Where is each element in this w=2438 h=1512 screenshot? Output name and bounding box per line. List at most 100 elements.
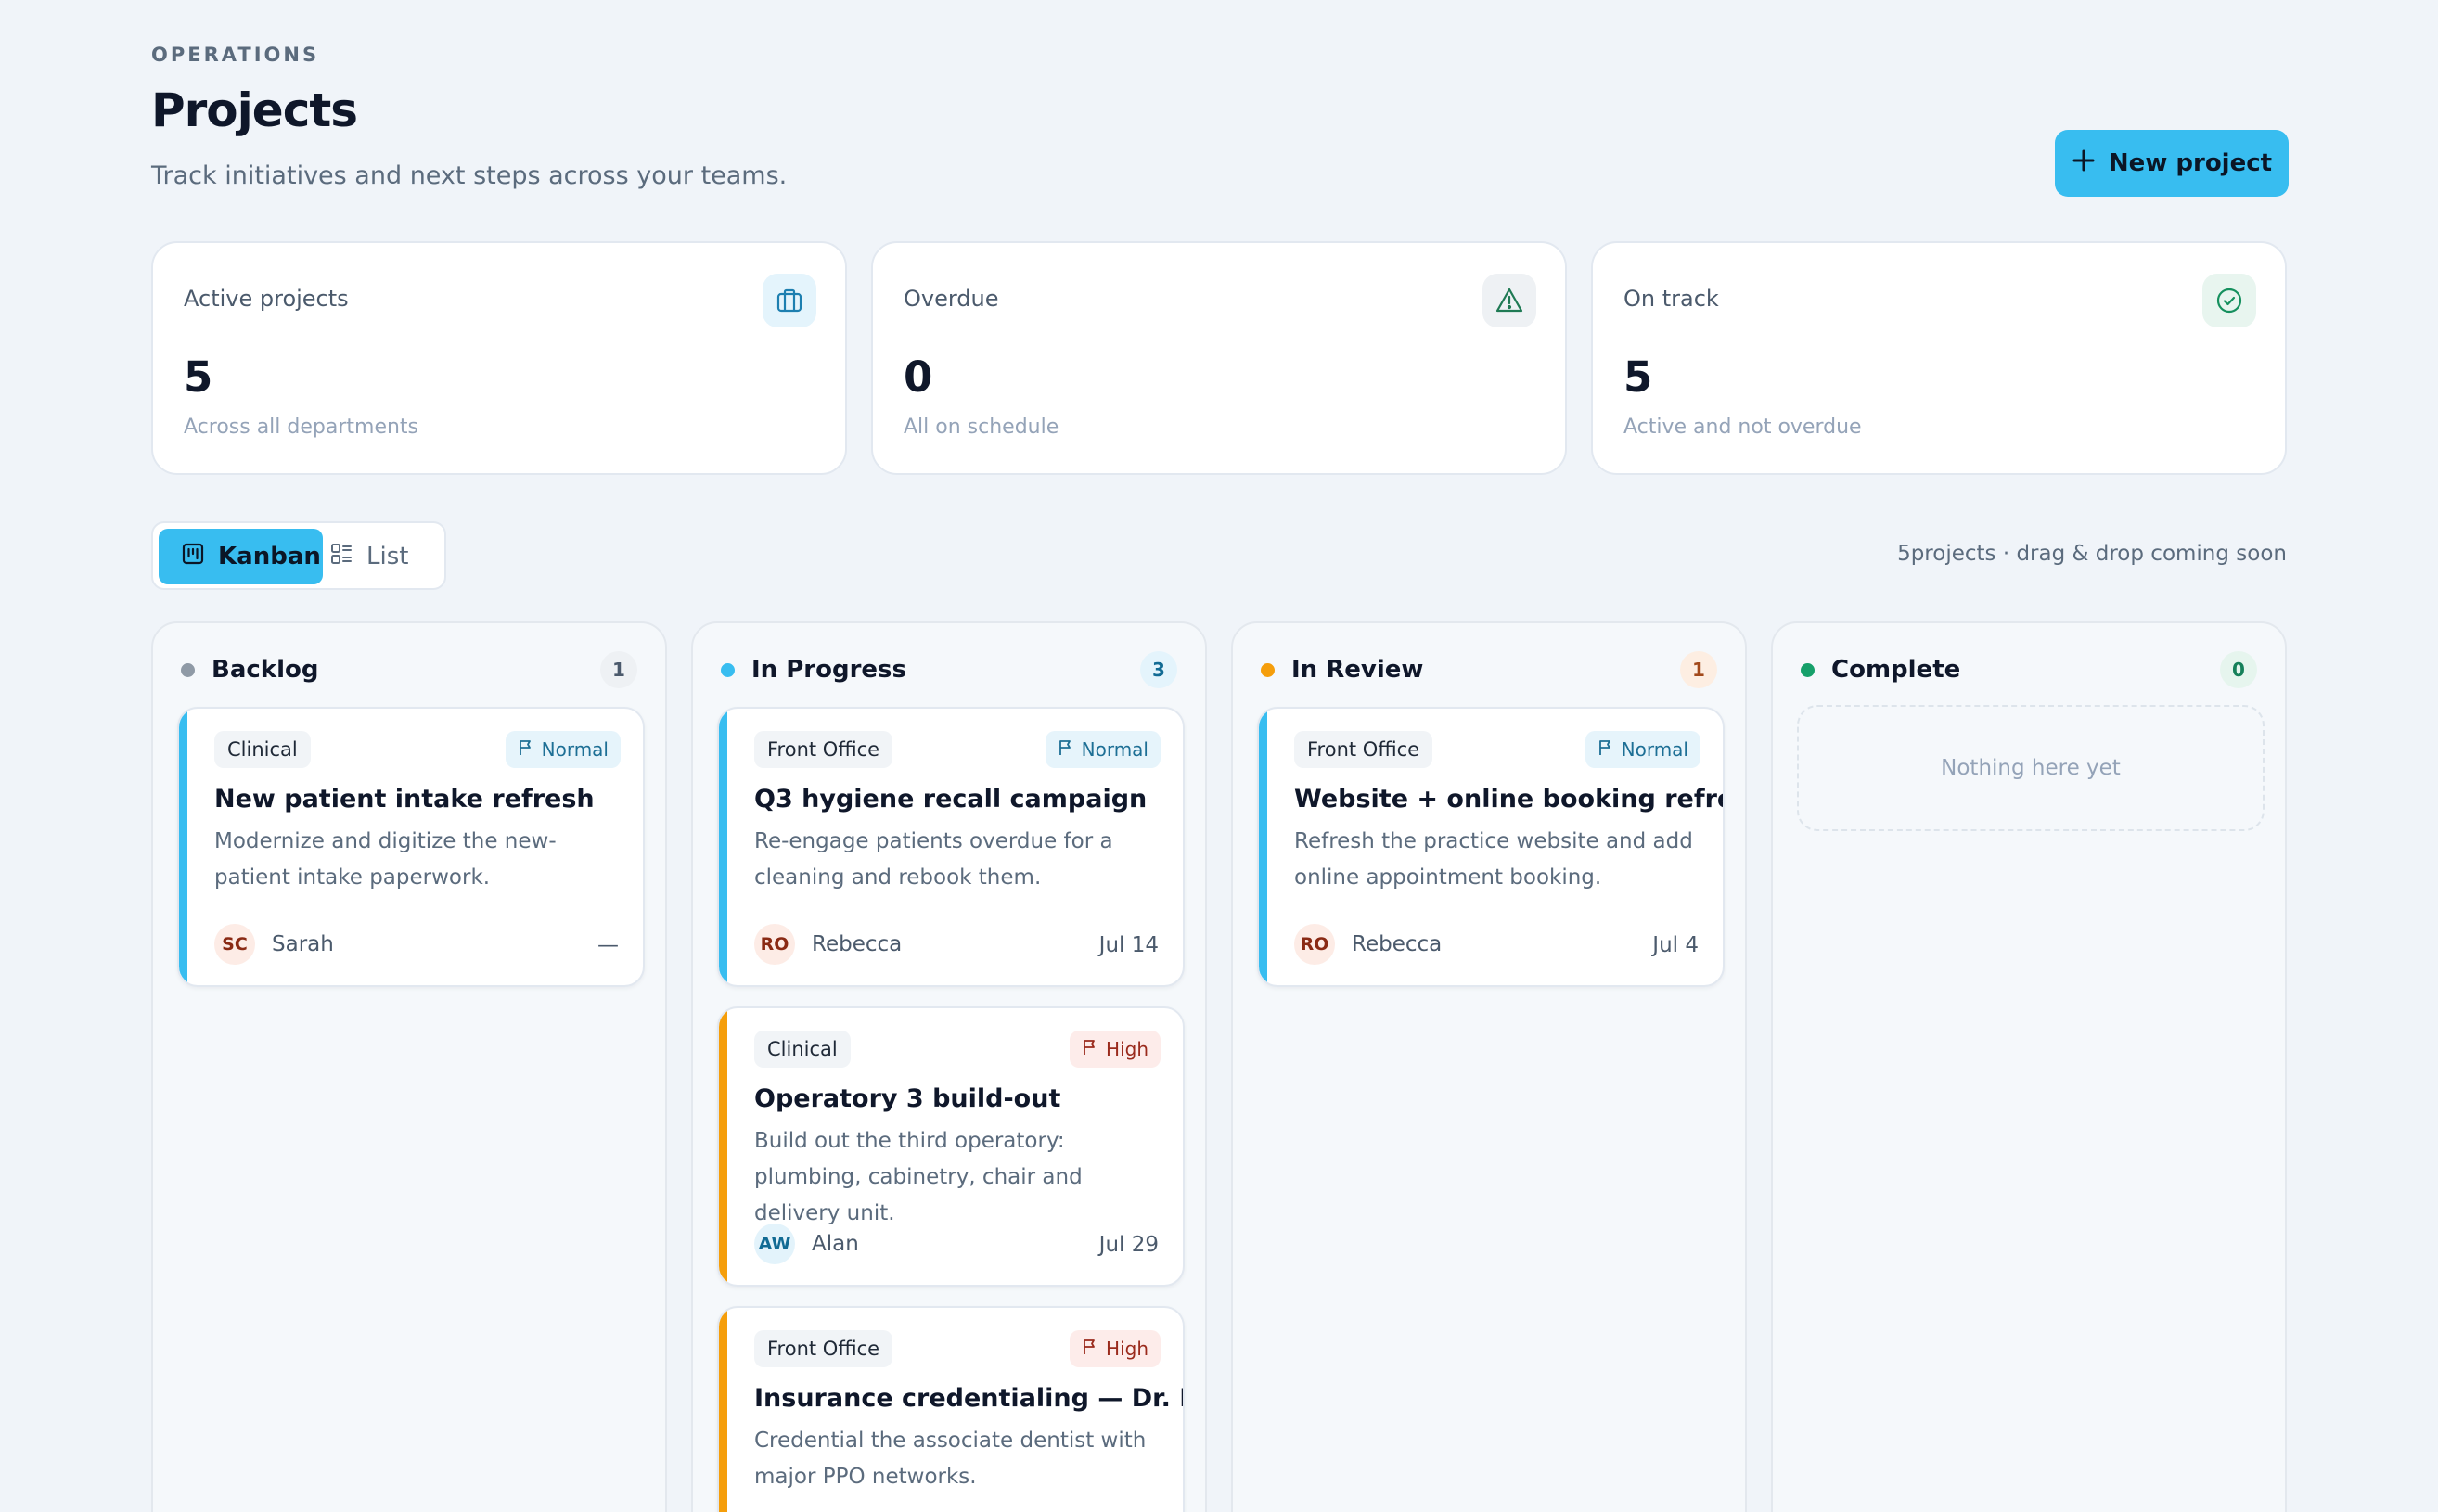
card-accent-bar	[719, 709, 727, 985]
new-project-label: New project	[2108, 149, 2273, 177]
status-dot	[1261, 662, 1275, 677]
column-in-progress: In Progress 3 Front Office Normal Q3 hyg…	[691, 621, 1207, 1512]
priority-badge: High	[1070, 1031, 1161, 1068]
column-in-review: In Review 1 Front Office Normal Website …	[1231, 621, 1747, 1512]
priority-badge: Normal	[1585, 731, 1700, 768]
stat-card-overdue: Overdue 0 All on schedule	[871, 241, 1567, 475]
stat-value: 0	[904, 352, 933, 402]
stat-label: Overdue	[904, 286, 999, 312]
flag-icon	[1058, 738, 1074, 761]
projects-page: OPERATIONS Projects Track initiatives an…	[0, 0, 2438, 1512]
priority-badge: Normal	[1045, 731, 1161, 768]
avatar: AW	[754, 1224, 795, 1264]
owner-name: Rebecca	[1352, 932, 1443, 956]
stat-value: 5	[184, 352, 213, 402]
column-title: Backlog	[212, 656, 319, 684]
card-title: Q3 hygiene recall campaign	[754, 785, 1148, 814]
stat-subtext: All on schedule	[904, 416, 1059, 439]
owner-name: Alan	[812, 1232, 859, 1256]
project-card[interactable]: Front Office Normal Website + online boo…	[1257, 707, 1725, 987]
warning-icon	[1482, 274, 1536, 327]
card-title: New patient intake refresh	[214, 785, 595, 814]
column-count-badge: 1	[600, 651, 637, 688]
check-circle-icon	[2202, 274, 2256, 327]
priority-label: Normal	[1621, 738, 1688, 761]
card-description: Credential the associate dentist with ma…	[754, 1429, 1147, 1489]
card-title: Insurance credentialing — Dr. Nair	[754, 1384, 1183, 1413]
tab-list-label: List	[366, 543, 409, 570]
plus-icon	[2072, 146, 2096, 179]
due-date: Jul 4	[1652, 933, 1699, 957]
column-header: In Progress 3	[721, 651, 1177, 688]
card-accent-bar	[719, 1308, 727, 1512]
due-date: Jul 14	[1098, 933, 1159, 957]
board-note: 5projects · drag & drop coming soon	[1897, 542, 2287, 566]
column-count-badge: 3	[1140, 651, 1177, 688]
avatar: RO	[754, 924, 795, 965]
empty-state: Nothing here yet	[1797, 705, 2265, 831]
new-project-button[interactable]: New project	[2055, 130, 2289, 197]
column-header: In Review 1	[1261, 651, 1717, 688]
department-tag: Front Office	[754, 731, 893, 768]
card-accent-bar	[179, 709, 187, 985]
stat-value: 5	[1623, 352, 1653, 402]
card-owner: AW Alan	[754, 1224, 859, 1264]
column-header: Complete 0	[1801, 651, 2257, 688]
priority-badge: Normal	[505, 731, 621, 768]
avatar: SC	[214, 924, 255, 965]
status-dot	[181, 662, 195, 677]
card-description: Re-engage patients overdue for a cleanin…	[754, 829, 1113, 890]
status-dot	[1801, 662, 1815, 677]
due-date: —	[597, 933, 619, 957]
tab-list[interactable]: List	[329, 529, 441, 584]
tab-kanban-label: Kanban	[218, 543, 321, 570]
kanban-icon	[181, 542, 205, 572]
stat-subtext: Active and not overdue	[1623, 416, 1862, 439]
card-accent-bar	[1259, 709, 1267, 985]
column-header: Backlog 1	[181, 651, 637, 688]
status-dot	[721, 662, 735, 677]
project-card[interactable]: Clinical High Operatory 3 build-out Buil…	[717, 1006, 1185, 1287]
briefcase-icon	[763, 274, 816, 327]
owner-name: Sarah	[272, 932, 334, 956]
department-tag: Clinical	[214, 731, 311, 768]
flag-icon	[1082, 1338, 1098, 1360]
owner-name: Rebecca	[812, 932, 903, 956]
page-subtitle: Track initiatives and next steps across …	[151, 161, 788, 190]
priority-label: High	[1106, 1038, 1148, 1060]
stat-label: Active projects	[184, 286, 349, 312]
tab-kanban[interactable]: Kanban	[159, 529, 323, 584]
priority-label: Normal	[541, 738, 609, 761]
column-title: In Progress	[751, 656, 906, 684]
department-tag: Clinical	[754, 1031, 851, 1068]
column-count-badge: 0	[2220, 651, 2257, 688]
column-complete: Complete 0 Nothing here yet	[1771, 621, 2287, 1512]
list-icon	[329, 542, 353, 572]
department-tag: Front Office	[1294, 731, 1433, 768]
column-backlog: Backlog 1 Clinical Normal New patient in…	[151, 621, 667, 1512]
stat-card-on-track: On track 5 Active and not overdue	[1591, 241, 2287, 475]
card-owner: SC Sarah	[214, 924, 334, 965]
stat-label: On track	[1623, 286, 1719, 312]
project-card[interactable]: Front Office Normal Q3 hygiene recall ca…	[717, 707, 1185, 987]
project-card[interactable]: Clinical Normal New patient intake refre…	[177, 707, 645, 987]
card-title: Website + online booking refresh	[1294, 785, 1725, 814]
card-description: Refresh the practice website and add onl…	[1294, 829, 1693, 890]
page-title: Projects	[151, 83, 358, 137]
column-title: Complete	[1831, 656, 1961, 684]
avatar: RO	[1294, 924, 1335, 965]
department-tag: Front Office	[754, 1330, 893, 1367]
card-description: Modernize and digitize the new-patient i…	[214, 829, 557, 890]
project-card[interactable]: Front Office High Insurance credentialin…	[717, 1306, 1185, 1512]
view-toggle: Kanban List	[151, 521, 446, 590]
flag-icon	[1082, 1038, 1098, 1060]
card-description: Build out the third operatory: plumbing,…	[754, 1129, 1083, 1225]
due-date: Jul 29	[1098, 1233, 1159, 1257]
column-title: In Review	[1291, 656, 1424, 684]
card-owner: RO Rebecca	[754, 924, 902, 965]
priority-label: Normal	[1081, 738, 1148, 761]
stat-card-active-projects: Active projects 5 Across all departments	[151, 241, 847, 475]
stat-subtext: Across all departments	[184, 416, 419, 439]
priority-badge: High	[1070, 1330, 1161, 1367]
card-owner: RO Rebecca	[1294, 924, 1442, 965]
